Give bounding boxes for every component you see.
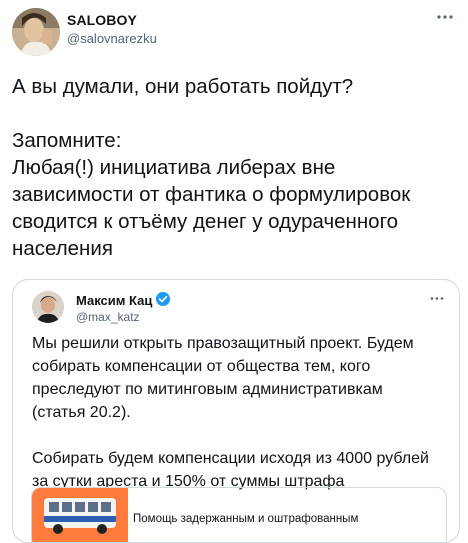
avatar[interactable] <box>12 8 60 56</box>
card-thumbnail <box>32 488 128 542</box>
verified-badge-icon <box>155 291 171 307</box>
quoted-author-name[interactable]: Максим Кац <box>76 293 152 308</box>
quoted-more-dots-icon[interactable] <box>427 292 447 306</box>
author-name[interactable]: SALOBOY <box>67 12 137 28</box>
avatar-image <box>12 8 60 56</box>
tweet-text: А вы думали, они работать пойдут? Запомн… <box>12 75 411 260</box>
quoted-tweet[interactable]: Максим Кац @max_katz Мы решили открыть п… <box>12 279 460 543</box>
author-handle[interactable]: @salovnarezku <box>67 31 157 46</box>
link-card[interactable]: Помощь задержанным и оштрафованным <box>31 487 447 542</box>
quoted-avatar-image <box>32 291 64 323</box>
card-title: Помощь задержанным и оштрафованным <box>133 513 359 525</box>
quoted-avatar[interactable] <box>32 291 64 323</box>
quoted-author-handle[interactable]: @max_katz <box>76 310 140 324</box>
tweet: SALOBOY @salovnarezku А вы думали, они р… <box>0 0 468 543</box>
bus-icon <box>32 488 128 542</box>
more-dots-icon[interactable] <box>432 10 458 28</box>
quoted-tweet-text: Мы решили открыть правозащитный проект. … <box>32 335 429 490</box>
